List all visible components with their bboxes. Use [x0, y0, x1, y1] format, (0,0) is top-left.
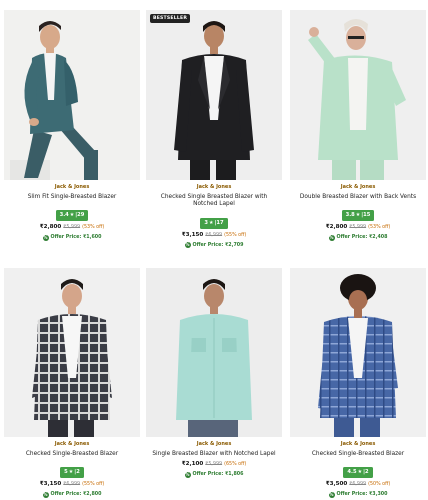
rating-badge: 5★|2 [60, 467, 84, 479]
model-photo [146, 268, 282, 437]
star-icon: ★ [68, 469, 74, 476]
star-icon: ★ [357, 469, 363, 476]
rating-badge: 3.8★|15 [341, 210, 375, 222]
rating-count: 15 [363, 212, 371, 219]
mrp: ₹5,999 [63, 225, 81, 231]
offer-price: % Offer Price: ₹2,709 [184, 242, 244, 249]
mrp: ₹5,999 [349, 225, 367, 231]
price: ₹3,500 [325, 481, 348, 488]
discount: (50% off) [368, 482, 391, 488]
mrp: ₹6,999 [63, 482, 81, 488]
mrp: ₹5,999 [205, 462, 223, 468]
product-image[interactable]: BESTSELLER [146, 10, 282, 180]
discount: (55% off) [82, 482, 105, 488]
price: ₹3,150 [181, 231, 204, 238]
price: ₹3,150 [39, 481, 62, 488]
product-brand: Jack & Jones [340, 184, 376, 190]
rating-badge: 4.5★|2 [343, 467, 373, 479]
rating-count: 2 [76, 469, 80, 476]
star-icon: ★ [209, 219, 214, 226]
product-image[interactable] [146, 268, 282, 437]
discount: (53% off) [82, 225, 105, 231]
offer-tag-icon: % [42, 234, 49, 241]
offer-tag-icon: % [184, 471, 191, 478]
model-photo [4, 268, 140, 437]
model-photo [4, 10, 140, 180]
product-name[interactable]: Checked Single-Breasted Blazer [4, 451, 140, 458]
product-card[interactable]: Jack & Jones Checked Single-Breasted Bla… [4, 268, 140, 498]
offer-tag-icon: % [328, 234, 335, 241]
product-brand: Jack & Jones [196, 441, 232, 447]
price: ₹2,800 [325, 224, 348, 231]
rating-value: 3 [204, 219, 208, 226]
rating-badge: 3★|17 [200, 217, 228, 229]
model-photo [146, 10, 282, 180]
offer-price: % Offer Price: ₹2,408 [328, 234, 388, 241]
product-card[interactable]: Jack & Jones Double Breasted Blazer with… [290, 10, 426, 241]
product-card[interactable]: Jack & Jones Checked Single-Breasted Bla… [290, 268, 426, 498]
offer-price: % Offer Price: ₹1,806 [184, 471, 244, 478]
product-image[interactable] [290, 268, 426, 437]
price: ₹2,800 [39, 224, 62, 231]
price-row: ₹3,500 ₹6,999 (50% off) [290, 481, 426, 488]
discount: (53% off) [368, 225, 391, 231]
price-row: ₹3,150 ₹6,999 (55% off) [146, 232, 282, 239]
rating-value: 3.4 [59, 212, 69, 219]
offer-price: % Offer Price: ₹1,600 [42, 234, 102, 241]
offer-tag-icon: % [184, 242, 191, 249]
product-image[interactable] [290, 10, 426, 180]
mrp: ₹6,999 [205, 232, 223, 238]
model-photo [290, 10, 426, 180]
rating-count: 2 [364, 469, 369, 476]
price-row: ₹3,150 ₹6,999 (55% off) [4, 481, 140, 488]
product-brand: Jack & Jones [54, 441, 90, 447]
bestseller-badge: BESTSELLER [150, 14, 191, 23]
product-brand: Jack & Jones [340, 441, 376, 447]
product-name[interactable]: Double Breasted Blazer with Back Vents [290, 194, 426, 201]
product-brand: Jack & Jones [196, 184, 232, 190]
price-row: ₹2,800 ₹5,999 (53% off) [4, 224, 140, 231]
rating-count: 17 [216, 219, 224, 226]
offer-price: % Offer Price: ₹3,300 [328, 491, 388, 498]
offer-tag-icon: % [42, 491, 49, 498]
price-row: ₹2,800 ₹5,999 (53% off) [290, 224, 426, 231]
star-icon: ★ [355, 212, 361, 219]
rating-value: 3.8 [345, 212, 355, 219]
product-name[interactable]: Checked Single-Breasted Blazer [290, 451, 426, 458]
model-photo [290, 268, 426, 437]
product-card[interactable]: Jack & Jones Single Breasted Blazer with… [146, 268, 282, 478]
rating-value: 5 [64, 469, 68, 476]
price: ₹2,100 [181, 461, 204, 468]
price-row: ₹2,100 ₹5,999 (65% off) [146, 461, 282, 468]
product-card[interactable]: BESTSELLER Jack & Jones Checked Single B… [146, 10, 282, 249]
rating-value: 4.5 [347, 469, 357, 476]
product-image[interactable] [4, 10, 140, 180]
mrp: ₹6,999 [349, 482, 367, 488]
product-name[interactable]: Single Breasted Blazer with Notched Lape… [146, 451, 282, 458]
product-card[interactable]: Jack & Jones Slim Fit Single-Breasted Bl… [4, 10, 140, 241]
rating-badge: 3.4★|29 [55, 210, 89, 222]
product-image[interactable] [4, 268, 140, 437]
product-name[interactable]: Checked Single Breasted Blazer with Notc… [146, 194, 282, 209]
discount: (55% off) [224, 232, 247, 238]
offer-tag-icon: % [328, 491, 335, 498]
product-name[interactable]: Slim Fit Single-Breasted Blazer [4, 194, 140, 201]
offer-price: % Offer Price: ₹2,800 [42, 491, 102, 498]
discount: (65% off) [224, 462, 247, 468]
product-grid: Jack & Jones Slim Fit Single-Breasted Bl… [0, 0, 428, 500]
product-brand: Jack & Jones [54, 184, 90, 190]
star-icon: ★ [69, 212, 75, 219]
rating-count: 29 [77, 212, 85, 219]
